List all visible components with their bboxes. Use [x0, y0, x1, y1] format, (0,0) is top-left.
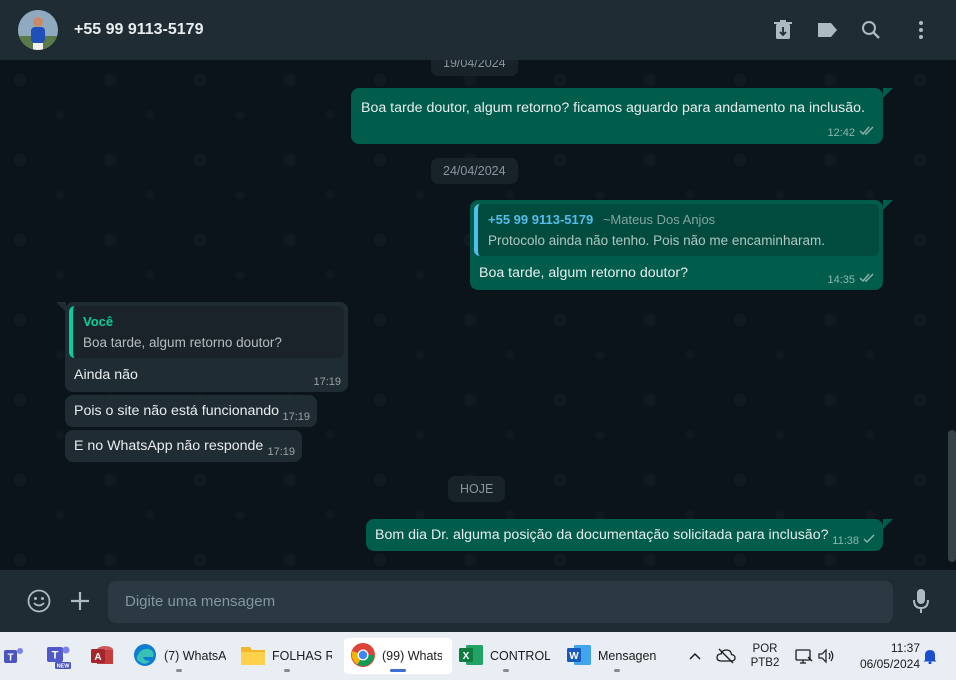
- teams-new-icon[interactable]: T NEW: [40, 638, 76, 674]
- notification-bell-icon[interactable]: [920, 632, 940, 680]
- message-text: Boa tarde, algum retorno doutor?: [479, 265, 689, 281]
- chat-header: +55 99 9113-5179: [0, 0, 956, 60]
- access-icon[interactable]: A: [84, 638, 120, 674]
- running-indicator: [284, 669, 290, 672]
- clock-date: 06/05/2024: [859, 657, 920, 671]
- quote-text: Boa tarde, algum retorno doutor?: [83, 335, 282, 350]
- scrollbar[interactable]: [948, 430, 956, 562]
- svg-text:T: T: [7, 653, 13, 664]
- bubble-tail: [883, 519, 893, 529]
- message-input[interactable]: Digite uma mensagem: [108, 581, 893, 623]
- date-separator: 19/04/2024: [431, 60, 518, 76]
- quote-text: Protocolo ainda não tenho. Pois não me e…: [488, 233, 825, 248]
- bubble-tail: [883, 88, 893, 98]
- message-meta: 14:35: [827, 273, 875, 286]
- chevron-up-icon[interactable]: [684, 632, 706, 680]
- teams-icon[interactable]: T: [0, 638, 28, 674]
- quote-author: Você: [83, 314, 114, 329]
- outgoing-message-with-reply[interactable]: +55 99 9113-5179 ~Mateus Dos Anjos Proto…: [470, 200, 883, 290]
- svg-text:A: A: [94, 652, 101, 663]
- windows-taskbar: T T NEW A (7) WhatsA FOLHAS R· (99) Whats…: [0, 632, 956, 680]
- svg-text:X: X: [463, 651, 470, 662]
- message-composer: Digite uma mensagem: [0, 570, 956, 632]
- date-separator: 24/04/2024: [431, 158, 518, 184]
- incoming-message-with-reply[interactable]: Você Boa tarde, algum retorno doutor? Ai…: [65, 302, 348, 392]
- message-meta: 12:42: [827, 126, 875, 139]
- delete-icon[interactable]: [771, 18, 795, 42]
- cloud-off-icon[interactable]: [714, 632, 738, 680]
- chrome-icon: [350, 642, 376, 671]
- quote-author: +55 99 9113-5179 ~Mateus Dos Anjos: [488, 212, 716, 227]
- edge-icon: [132, 642, 158, 671]
- contact-avatar[interactable]: [18, 10, 58, 50]
- running-indicator: [503, 669, 509, 672]
- bubble-tail: [883, 200, 893, 210]
- microphone-icon[interactable]: [908, 588, 934, 614]
- svg-text:T: T: [52, 650, 59, 662]
- quoted-message[interactable]: Você Boa tarde, algum retorno doutor?: [69, 306, 344, 358]
- volume-icon[interactable]: [816, 632, 838, 680]
- message-list[interactable]: 19/04/2024 Boa tarde doutor, algum retor…: [0, 60, 956, 570]
- network-icon[interactable]: [792, 632, 816, 680]
- taskbar-app-label: CONTROLI: [490, 649, 550, 663]
- taskbar-app-label: FOLHAS R·: [272, 649, 332, 663]
- double-check-icon: [859, 273, 875, 286]
- message-text: Ainda não: [74, 367, 138, 383]
- folder-icon: [240, 644, 266, 669]
- search-icon[interactable]: [859, 18, 883, 42]
- incoming-message[interactable]: E no WhatsApp não responde 17:19: [65, 430, 302, 462]
- taskbar-app-label: (7) WhatsA: [164, 649, 226, 663]
- outgoing-message[interactable]: Bom dia Dr. alguma posição da documentaç…: [366, 519, 883, 551]
- svg-text:NEW: NEW: [57, 664, 71, 670]
- running-indicator: [390, 669, 406, 672]
- more-vertical-icon[interactable]: [909, 18, 933, 42]
- message-time: 17:19: [313, 376, 341, 388]
- running-indicator: [614, 669, 620, 672]
- double-check-icon: [859, 126, 875, 139]
- message-time: 11:38: [832, 534, 859, 547]
- emoji-icon[interactable]: [26, 588, 52, 614]
- word-icon: W: [566, 643, 592, 670]
- language-indicator[interactable]: POR PTB2: [746, 632, 784, 680]
- taskbar-app-word[interactable]: W Mensagen: [564, 638, 670, 674]
- message-text: Boa tarde doutor, algum retorno? ficamos…: [361, 100, 865, 116]
- language-code: POR: [752, 643, 778, 655]
- outgoing-message[interactable]: Boa tarde doutor, algum retorno? ficamos…: [351, 88, 883, 144]
- single-check-icon: [863, 534, 875, 547]
- keyboard-layout: PTB2: [750, 657, 780, 669]
- quoted-message[interactable]: +55 99 9113-5179 ~Mateus Dos Anjos Proto…: [474, 204, 879, 256]
- system-clock[interactable]: 11:37 06/05/2024: [846, 632, 920, 680]
- taskbar-app-label: Mensagen: [598, 649, 657, 663]
- taskbar-app-explorer[interactable]: FOLHAS R·: [236, 638, 338, 674]
- message-time: 12:42: [827, 126, 855, 139]
- date-separator: HOJE: [448, 476, 506, 502]
- message-time: 17:19: [267, 446, 295, 458]
- attach-plus-icon[interactable]: [67, 588, 93, 614]
- taskbar-app-label: (99) Whats: [382, 649, 442, 663]
- message-time: 17:19: [282, 411, 310, 423]
- taskbar-app-excel[interactable]: X CONTROLI: [456, 638, 556, 674]
- excel-icon: X: [458, 643, 484, 670]
- message-text: E no WhatsApp não responde: [74, 438, 264, 454]
- contact-name[interactable]: +55 99 9113-5179: [74, 21, 203, 39]
- taskbar-app-chrome[interactable]: (99) Whats: [344, 638, 452, 674]
- message-meta: 11:38: [832, 534, 875, 547]
- incoming-message[interactable]: Pois o site não está funcionando 17:19: [65, 395, 317, 427]
- running-indicator: [176, 669, 182, 672]
- label-icon[interactable]: [815, 18, 839, 42]
- svg-text:W: W: [569, 651, 579, 662]
- message-text: Pois o site não está funcionando: [74, 403, 280, 419]
- message-time: 14:35: [827, 273, 855, 286]
- message-text: Bom dia Dr. alguma posição da documentaç…: [375, 527, 829, 543]
- clock-time: 11:37: [890, 641, 920, 655]
- taskbar-app-edge[interactable]: (7) WhatsA: [128, 638, 230, 674]
